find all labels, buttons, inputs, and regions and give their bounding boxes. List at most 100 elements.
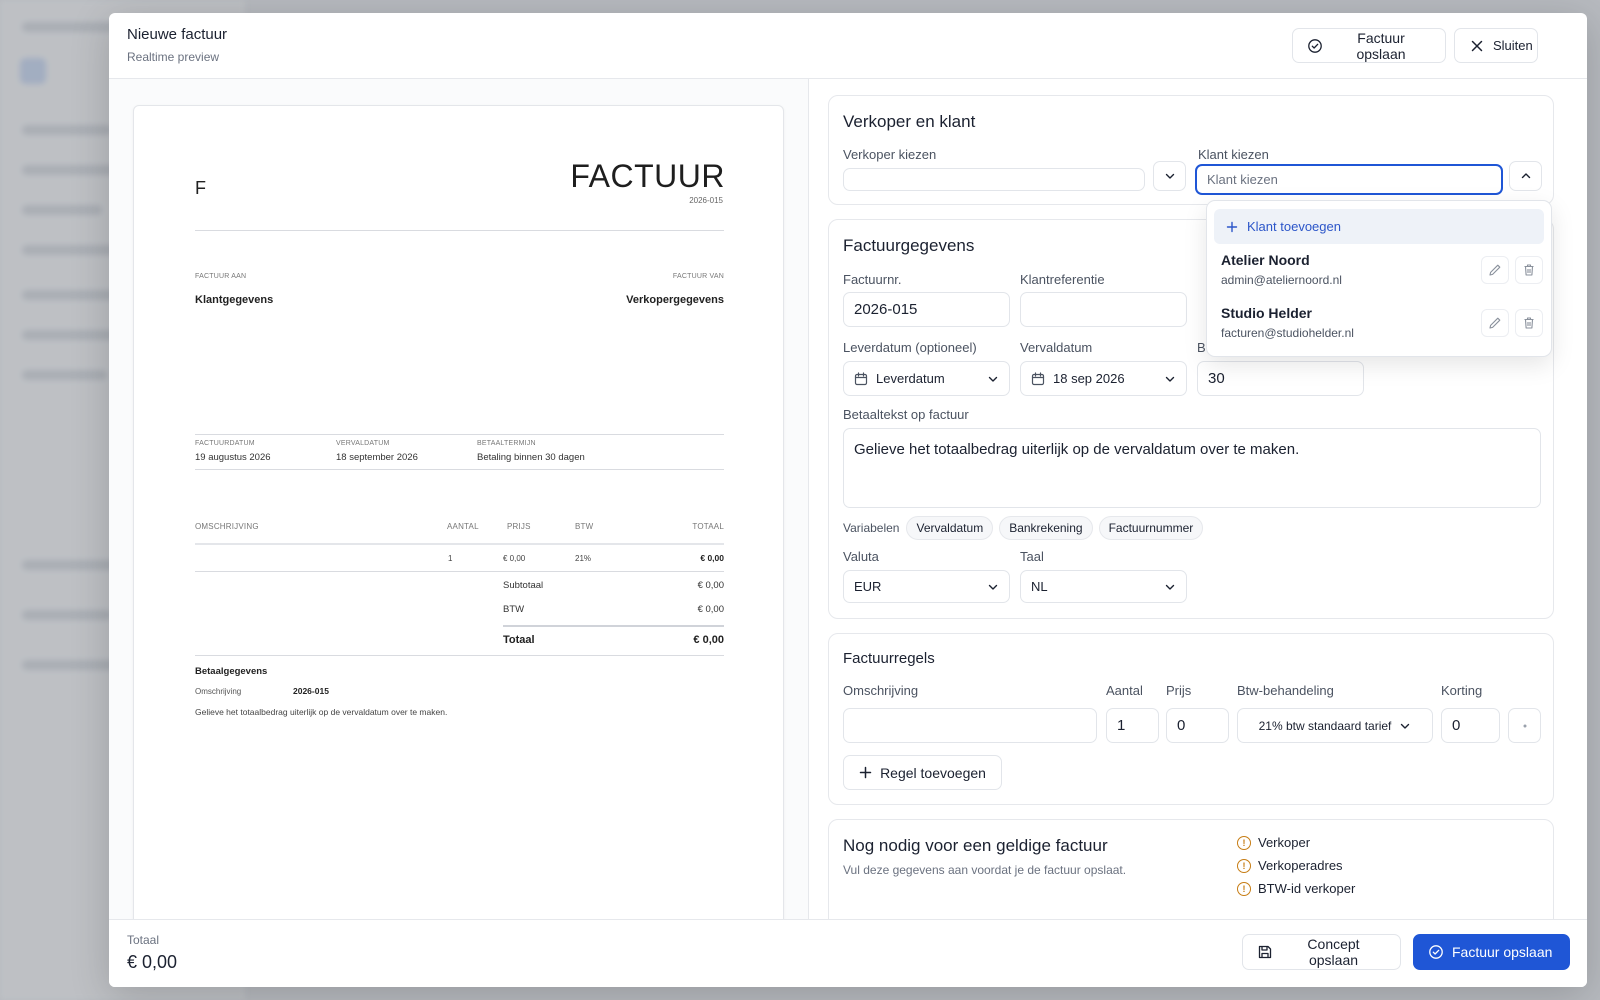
line-price-input[interactable]: 0 [1166, 708, 1229, 743]
edit-client-button[interactable] [1481, 256, 1509, 284]
client-label: Klant kiezen [1198, 147, 1269, 162]
add-client-label: Klant toevoegen [1247, 219, 1341, 234]
preview-divider [503, 625, 724, 627]
trash-icon [1522, 263, 1536, 277]
plus-icon [1226, 221, 1238, 233]
close-button[interactable]: Sluiten [1454, 28, 1538, 63]
client-search-input[interactable]: Klant kiezen [1195, 164, 1503, 195]
payment-text-textarea[interactable]: Gelieve het totaalbedrag uiterlijk op de… [843, 428, 1541, 508]
client-reference-input[interactable] [1020, 292, 1187, 327]
modal-header: Nieuwe factuur Realtime preview Factuur … [109, 13, 1587, 79]
due-date-picker[interactable]: 18 sep 2026 [1020, 361, 1187, 396]
client-dropdown-menu: Klant toevoegen Atelier Noord admin@atel… [1206, 200, 1552, 357]
warning-icon: ! [1237, 858, 1251, 873]
preview-divider [195, 434, 724, 435]
trash-icon [1522, 316, 1536, 330]
variable-chip-invoice-number[interactable]: Factuurnummer [1098, 516, 1204, 540]
preview-logo: F [195, 178, 206, 198]
add-line-button[interactable]: Regel toevoegen [843, 755, 1002, 790]
client-option-name: Studio Helder [1221, 305, 1313, 321]
line-description-input[interactable] [843, 708, 1097, 743]
variable-chip-bank-account[interactable]: Bankrekening [999, 516, 1093, 540]
line-description-label: Omschrijving [843, 683, 919, 698]
delete-client-button[interactable] [1515, 256, 1543, 284]
save-invoice-label: Factuur opslaan [1452, 944, 1553, 960]
currency-select[interactable]: EUR [843, 570, 1010, 603]
invoice-lines-title: Factuurregels [843, 650, 935, 667]
required-item-label: Verkoper [1258, 835, 1311, 850]
seller-client-card: Verkoper en klant Verkoper kiezen Klant … [828, 95, 1554, 205]
check-circle-icon [1428, 944, 1444, 960]
line-more-button[interactable] [1508, 708, 1541, 743]
modal-subtitle: Realtime preview [127, 50, 220, 64]
header-save-invoice-button[interactable]: Factuur opslaan [1292, 28, 1446, 63]
save-draft-label: Concept opslaan [1307, 936, 1360, 968]
line-discount-input[interactable]: 0 [1441, 708, 1500, 743]
preview-vat-label: BTW [503, 604, 525, 615]
preview-subtotal-label: Subtotaal [503, 580, 544, 591]
preview-to-value: Klantgegevens [195, 294, 274, 306]
client-dropdown-toggle[interactable] [1509, 161, 1542, 191]
check-circle-icon [1307, 38, 1323, 54]
client-option-email: facturen@studiohelder.nl [1221, 326, 1354, 340]
required-item-seller: ! Verkoper [1237, 835, 1310, 850]
add-client-option[interactable]: Klant toevoegen [1214, 209, 1544, 244]
variables-label: Variabelen [843, 521, 900, 535]
required-fields-title: Nog nodig voor een geldige factuur [843, 836, 1108, 855]
client-option-name: Atelier Noord [1221, 252, 1310, 268]
variable-chip-due-date[interactable]: Vervaldatum [906, 516, 994, 540]
invoice-lines-card: Factuurregels Omschrijving Aantal Prijs … [828, 633, 1554, 805]
preview-divider [195, 230, 724, 231]
preview-row-vat: 21% [575, 554, 592, 563]
edit-client-button[interactable] [1481, 309, 1509, 337]
line-vat-select[interactable]: 21% btw standaard tarief [1237, 708, 1433, 743]
save-draft-button[interactable]: Concept opslaan [1242, 934, 1401, 970]
payment-term-label: B [1197, 340, 1206, 355]
preview-date-value: 19 augustus 2026 [195, 452, 271, 463]
line-vat-label: Btw-behandeling [1237, 683, 1334, 698]
client-option[interactable]: Studio Helder facturen@studiohelder.nl [1221, 305, 1354, 340]
preview-row-total: € 0,00 [700, 553, 724, 563]
preview-col-qty: AANTAL [447, 522, 479, 531]
delete-client-button[interactable] [1515, 309, 1543, 337]
preview-term-caption: BETAALTERMIJN [477, 440, 536, 447]
preview-due-value: 18 september 2026 [336, 452, 418, 463]
chevron-down-icon [1164, 170, 1176, 182]
seller-label: Verkoper kiezen [843, 147, 937, 162]
language-label: Taal [1020, 549, 1044, 564]
seller-client-title: Verkoper en klant [843, 112, 976, 131]
payment-term-input[interactable]: 30 [1197, 361, 1364, 396]
required-fields-card: Nog nodig voor een geldige factuur Vul d… [828, 819, 1554, 919]
preview-payment-title: Betaalgegevens [195, 666, 268, 677]
invoice-number-label: Factuurnr. [843, 272, 902, 287]
line-qty-input[interactable]: 1 [1106, 708, 1159, 743]
preview-divider [195, 469, 724, 470]
warning-icon: ! [1237, 835, 1251, 850]
client-option[interactable]: Atelier Noord admin@ateliernoord.nl [1221, 252, 1342, 287]
preview-payment-desc-label: Omschrijving [195, 687, 242, 696]
warning-icon: ! [1237, 881, 1251, 896]
preview-row-price: € 0,00 [503, 554, 526, 563]
client-option-email: admin@ateliernoord.nl [1221, 273, 1342, 287]
preview-payment-text: Gelieve het totaalbedrag uiterlijk op de… [195, 707, 448, 717]
required-item-seller-address: ! Verkoperadres [1237, 858, 1343, 873]
delivery-date-picker[interactable]: Leverdatum [843, 361, 1010, 396]
header-save-invoice-label: Factuur opslaan [1356, 29, 1406, 62]
save-invoice-button[interactable]: Factuur opslaan [1413, 934, 1570, 970]
invoice-preview-pane: F FACTUUR 2026-015 FACTUUR AAN Klantgege… [109, 79, 809, 935]
dot-icon [1522, 723, 1528, 729]
seller-dropdown-toggle[interactable] [1153, 161, 1186, 191]
invoice-details-title: Factuurgegevens [843, 236, 975, 255]
preview-from-caption: FACTUUR VAN [672, 273, 724, 280]
seller-select-input[interactable] [843, 168, 1145, 191]
calendar-icon [854, 371, 868, 386]
preview-col-total: TOTAAL [692, 522, 724, 531]
language-select[interactable]: NL [1020, 570, 1187, 603]
preview-row-qty: 1 [448, 554, 453, 563]
preview-term-value: Betaling binnen 30 dagen [477, 452, 585, 463]
preview-doc-number: 2026-015 [689, 196, 723, 205]
save-disk-icon [1257, 944, 1273, 960]
required-item-seller-vat-id: ! BTW-id verkoper [1237, 881, 1355, 896]
line-vat-value: 21% btw standaard tarief [1258, 718, 1392, 733]
invoice-number-input[interactable]: 2026-015 [843, 292, 1010, 327]
